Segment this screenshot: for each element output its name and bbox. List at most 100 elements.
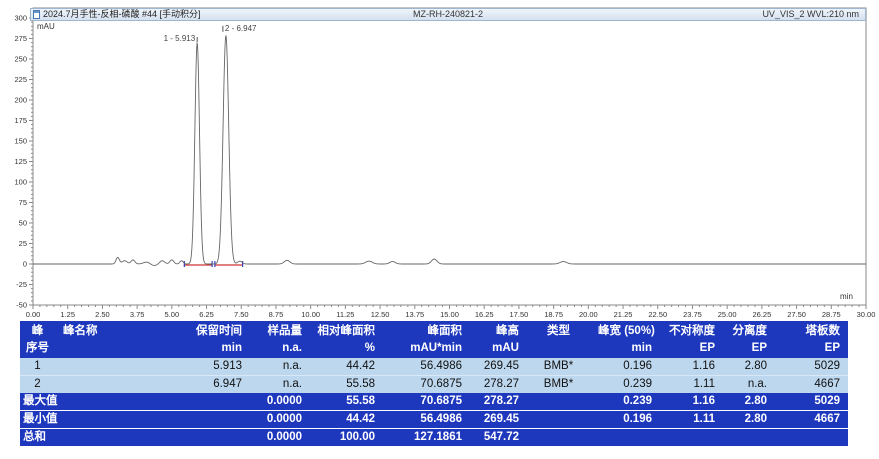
x-axis-tick-label: 25.00 [718, 310, 737, 318]
injection-document-icon [33, 10, 40, 19]
col-header-6: 峰面积mAU*min [383, 321, 470, 358]
summary-cell: 0.0000 [250, 393, 310, 411]
summary-label: 最小值 [20, 411, 60, 429]
peak-cell: 6.947 [150, 376, 250, 394]
col-header-8: 类型 [527, 321, 595, 358]
peak-cell: n.a. [723, 376, 775, 394]
x-axis-tick-label: 17.50 [510, 310, 529, 318]
summary-cell [527, 411, 595, 429]
peak-cell: 0.239 [595, 376, 660, 394]
summary-row-max: 最大值0.000055.5870.6875278.270.2391.162.80… [20, 393, 848, 411]
peak-cell [60, 376, 150, 394]
peak-cell: 2 [20, 376, 60, 394]
x-axis-tick-label: 21.25 [614, 310, 633, 318]
peak-cell: 1 [20, 358, 60, 376]
summary-cell [150, 411, 250, 429]
summary-cell: 278.27 [470, 393, 527, 411]
summary-cell: 4667 [775, 411, 848, 429]
chromatogram-titlebar[interactable]: MZ-RH-240821-2 2024.7月手性-反相-磷酸 #44 [手动积分… [30, 8, 866, 21]
col-header-12: 塔板数EP [775, 321, 848, 358]
summary-cell [150, 393, 250, 411]
y-axis-unit-label: mAU [37, 22, 55, 31]
x-axis-tick-label: 13.75 [405, 310, 424, 318]
summary-cell: 5029 [775, 393, 848, 411]
x-axis-tick-label: 6.25 [199, 310, 214, 318]
summary-cell [60, 429, 150, 447]
x-axis-tick-label: 23.75 [683, 310, 702, 318]
col-header-7: 峰高mAU [470, 321, 527, 358]
x-axis-tick-label: 1.25 [60, 310, 75, 318]
x-axis-tick-label: 10.00 [301, 310, 320, 318]
x-axis-tick-label: 15.00 [440, 310, 459, 318]
y-axis-tick-label: 175 [14, 116, 27, 125]
peak-cell: 0.196 [595, 358, 660, 376]
summary-cell: 44.42 [310, 411, 383, 429]
x-axis-tick-label: 8.75 [269, 310, 284, 318]
peak-cell: 278.27 [470, 376, 527, 394]
x-axis-tick-label: 7.50 [234, 310, 249, 318]
summary-cell: 1.11 [660, 411, 723, 429]
summary-cell [775, 429, 848, 447]
peak-row-2[interactable]: 26.947n.a.55.5870.6875278.27BMB*0.2391.1… [20, 376, 848, 394]
x-axis-tick-label: 0.00 [26, 310, 41, 318]
col-header-3: 保留时间min [150, 321, 250, 358]
x-axis-tick-label: 5.00 [165, 310, 180, 318]
peak-cell: 269.45 [470, 358, 527, 376]
col-header-11: 分离度EP [723, 321, 775, 358]
summary-cell [60, 393, 150, 411]
peak-cell: n.a. [250, 358, 310, 376]
summary-cell [723, 429, 775, 447]
summary-cell [527, 429, 595, 447]
peak-results-table: 峰序号峰名称保留时间min样品量n.a.相对峰面积%峰面积mAU*min峰高mA… [20, 321, 848, 446]
peak-cell: 2.80 [723, 358, 775, 376]
results-table-summary: 最大值0.000055.5870.6875278.270.2391.162.80… [20, 393, 848, 446]
y-axis-tick-label: 0 [23, 260, 27, 269]
injection-title: 2024.7月手性-反相-磷酸 #44 [手动积分] [43, 9, 201, 20]
peak-row-1[interactable]: 15.913n.a.44.4256.4986269.45BMB*0.1961.1… [20, 358, 848, 376]
x-axis-tick-label: 2.50 [95, 310, 110, 318]
peak-cell: 4667 [775, 376, 848, 394]
col-header-2: 峰名称 [60, 321, 150, 358]
peak-cell: 5.913 [150, 358, 250, 376]
summary-cell [527, 393, 595, 411]
peak-cell: 55.58 [310, 376, 383, 394]
y-axis-tick-label: 275 [14, 34, 27, 43]
summary-cell: 0.0000 [250, 411, 310, 429]
x-axis-tick-label: 12.50 [371, 310, 390, 318]
peak-cell: n.a. [250, 376, 310, 394]
x-axis-tick-label: 26.25 [752, 310, 771, 318]
y-axis-tick-label: -25 [16, 280, 27, 289]
y-axis-tick-label: 75 [19, 198, 27, 207]
x-axis-tick-label: 11.25 [336, 310, 354, 318]
summary-cell: 1.16 [660, 393, 723, 411]
x-axis-tick-label: 3.75 [130, 310, 145, 318]
summary-cell: 0.239 [595, 393, 660, 411]
summary-cell [60, 411, 150, 429]
summary-cell: 2.80 [723, 411, 775, 429]
summary-cell: 70.6875 [383, 393, 470, 411]
peak-cell: 44.42 [310, 358, 383, 376]
header-row: 峰序号峰名称保留时间min样品量n.a.相对峰面积%峰面积mAU*min峰高mA… [20, 321, 848, 358]
summary-cell: 0.0000 [250, 429, 310, 447]
chromatogram-chart[interactable]: -50-250255075100125150175200225250275300… [0, 0, 879, 318]
y-axis-tick-label: 25 [19, 239, 27, 248]
results-table-header: 峰序号峰名称保留时间min样品量n.a.相对峰面积%峰面积mAU*min峰高mA… [20, 321, 848, 358]
results-table-body: 15.913n.a.44.4256.4986269.45BMB*0.1961.1… [20, 358, 848, 393]
y-axis-tick-label: 300 [14, 14, 27, 23]
col-header-5: 相对峰面积% [310, 321, 383, 358]
channel-label: UV_VIS_2 WVL:210 nm [762, 9, 865, 20]
col-header-9: 峰宽 (50%)min [595, 321, 660, 358]
x-axis-tick-label: 28.75 [822, 310, 841, 318]
summary-cell: 0.196 [595, 411, 660, 429]
summary-cell [150, 429, 250, 447]
summary-cell [595, 429, 660, 447]
col-header-4: 样品量n.a. [250, 321, 310, 358]
col-header-10: 不对称度EP [660, 321, 723, 358]
summary-label: 总和 [20, 429, 60, 447]
x-axis-tick-label: 30.00 [857, 310, 876, 318]
y-axis-tick-label: 250 [14, 55, 27, 64]
summary-cell: 547.72 [470, 429, 527, 447]
chromatogram-panel: -50-250255075100125150175200225250275300… [0, 0, 879, 318]
y-axis-tick-label: 200 [14, 96, 27, 105]
x-axis-tick-label: 27.50 [787, 310, 806, 318]
